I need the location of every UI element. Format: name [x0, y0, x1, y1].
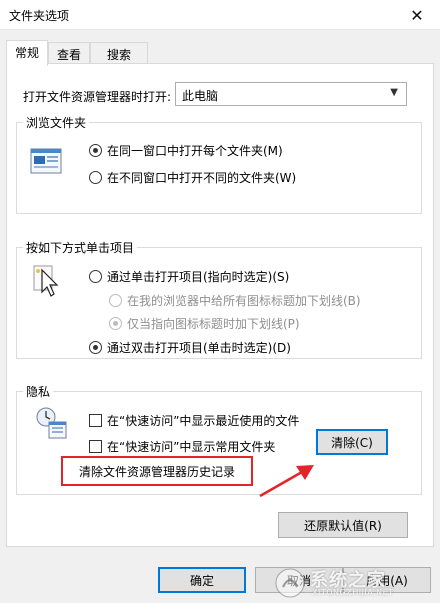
single-click-option[interactable]: 通过单击打开项目(指向时选定)(S): [89, 268, 289, 285]
folder-window-icon: [30, 147, 64, 175]
cancel-label: 取消: [286, 573, 311, 588]
frequent-folders-option[interactable]: 在“快速访问”中显示常用文件夹: [89, 438, 275, 455]
tab-view-label: 查看: [56, 48, 81, 62]
title-bar: 文件夹选项 ✕: [0, 0, 440, 30]
ok-button[interactable]: 确定: [158, 567, 246, 593]
clear-history-button-label: 清除(C): [331, 435, 373, 450]
close-icon: ✕: [410, 5, 424, 25]
underline-hover-label: 仅当指向图标标题时加下划线(P): [127, 317, 300, 331]
privacy-icon: [35, 406, 69, 440]
click-items-group: 按如下方式单击项目 通过单击打开项目(指向时选定)(S) 在我的浏览器中给所有图…: [16, 239, 422, 359]
tab-search-label: 搜索: [106, 48, 131, 62]
cancel-button[interactable]: 取消: [255, 567, 343, 593]
radio-button[interactable]: [89, 171, 102, 184]
chevron-down-icon: ▼: [390, 87, 398, 98]
double-click-label: 通过双击打开项目(单击时选定)(D): [107, 341, 291, 355]
restore-defaults-button[interactable]: 还原默认值(R): [278, 512, 408, 538]
checkbox[interactable]: [89, 414, 102, 427]
window-title: 文件夹选项: [9, 9, 70, 23]
restore-defaults-label: 还原默认值(R): [304, 518, 382, 533]
radio-button[interactable]: [89, 270, 102, 283]
annotation-arrow-icon: [258, 460, 316, 500]
browse-same-window-option[interactable]: 在同一窗口中打开每个文件夹(M): [89, 142, 283, 159]
clear-history-button[interactable]: 清除(C): [316, 429, 388, 455]
radio-button[interactable]: [89, 144, 102, 157]
radio-button[interactable]: [89, 341, 102, 354]
close-button[interactable]: ✕: [394, 0, 440, 30]
single-click-label: 通过单击打开项目(指向时选定)(S): [107, 270, 290, 284]
browse-different-window-label: 在不同窗口中打开不同的文件夹(W): [107, 171, 297, 185]
open-explorer-label: 打开文件资源管理器时打开:: [23, 90, 172, 104]
browse-different-window-option[interactable]: 在不同窗口中打开不同的文件夹(W): [89, 169, 296, 186]
clear-history-label: 清除文件资源管理器历史记录: [78, 464, 235, 479]
browse-same-window-label: 在同一窗口中打开每个文件夹(M): [107, 144, 283, 158]
radio-button[interactable]: [109, 294, 122, 307]
tab-view[interactable]: 查看: [48, 42, 90, 64]
ok-label: 确定: [189, 573, 214, 588]
browse-folders-group: 浏览文件夹 在同一窗口中打开每个文件夹(M) 在不同窗口中打开不同的文件夹(W): [16, 114, 422, 214]
open-explorer-select[interactable]: 此电脑 ▼: [175, 82, 407, 106]
frequent-folders-label: 在“快速访问”中显示常用文件夹: [107, 440, 276, 454]
dialog-client: 常规 查看 搜索 打开文件资源管理器时打开: 此电脑 ▼ 浏览文件夹 在同一窗口…: [0, 30, 440, 603]
tab-general-label: 常规: [14, 46, 39, 60]
recent-files-label: 在“快速访问”中显示最近使用的文件: [107, 414, 300, 428]
radio-button[interactable]: [109, 317, 122, 330]
clear-history-highlight: 清除文件资源管理器历史记录: [61, 456, 253, 486]
tab-search[interactable]: 搜索: [90, 42, 148, 64]
tab-general[interactable]: 常规: [6, 40, 48, 66]
underline-all-option[interactable]: 在我的浏览器中给所有图标标题加下划线(B): [109, 292, 361, 309]
open-explorer-value: 此电脑: [182, 89, 219, 103]
apply-label: 应用(A): [366, 573, 408, 588]
apply-button[interactable]: 应用(A): [343, 567, 431, 593]
browse-folders-title: 浏览文件夹: [23, 114, 90, 131]
click-items-title: 按如下方式单击项目: [23, 239, 138, 256]
cursor-click-icon: [32, 264, 62, 300]
double-click-option[interactable]: 通过双击打开项目(单击时选定)(D): [89, 339, 291, 356]
checkbox[interactable]: [89, 440, 102, 453]
underline-hover-option[interactable]: 仅当指向图标标题时加下划线(P): [109, 315, 300, 332]
underline-all-label: 在我的浏览器中给所有图标标题加下划线(B): [127, 294, 361, 308]
recent-files-option[interactable]: 在“快速访问”中显示最近使用的文件: [89, 412, 299, 429]
privacy-title: 隐私: [23, 383, 54, 400]
